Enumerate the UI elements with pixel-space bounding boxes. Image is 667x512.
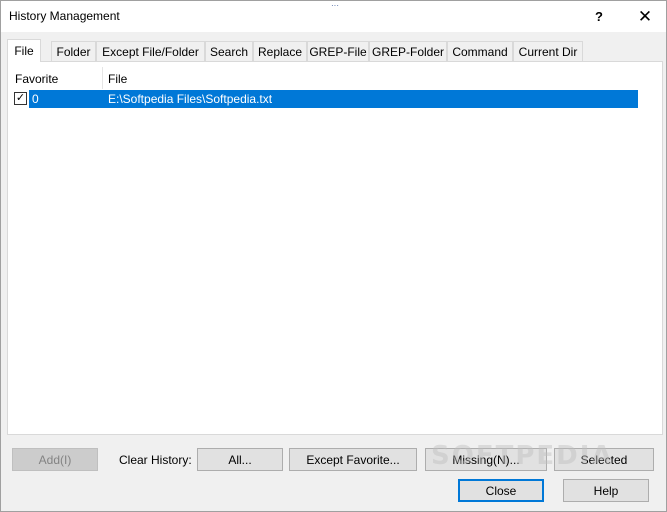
tab-folder[interactable]: Folder [51,41,96,61]
watermark: SOFTPEDIA [431,441,614,471]
column-header-file[interactable]: File [108,72,127,86]
clear-except-favorite-button[interactable]: Except Favorite... [289,448,417,471]
title-bar[interactable]: History Management ··· ? ✕ [1,1,666,32]
tab-current-dir[interactable]: Current Dir [513,41,583,61]
tab-except-file-folder[interactable]: Except File/Folder [96,41,205,61]
list-header: Favorite File [9,67,638,89]
help-icon[interactable]: ? [576,1,622,32]
file-path: E:\Softpedia Files\Softpedia.txt [108,92,273,106]
favorite-checkbox[interactable]: ✓ [14,92,27,105]
tab-search[interactable]: Search [205,41,253,61]
tab-panel: Favorite File ✓ 0 E:\Softpedia Files\Sof… [7,61,663,435]
close-button[interactable]: Close [458,479,544,502]
close-icon[interactable]: ✕ [622,1,667,32]
tab-grep-folder[interactable]: GREP-Folder [369,41,447,61]
history-list[interactable]: Favorite File ✓ 0 E:\Softpedia Files\Sof… [9,64,638,434]
clear-all-button[interactable]: All... [197,448,283,471]
favorite-value: 0 [32,92,39,106]
tab-replace[interactable]: Replace [253,41,307,61]
tab-grep-file[interactable]: GREP-File [307,41,369,61]
title-decoration: ··· [331,1,339,10]
tab-file[interactable]: File [7,39,41,62]
history-management-dialog: History Management ··· ? ✕ File Folder E… [0,0,667,512]
tab-command[interactable]: Command [447,41,513,61]
column-header-favorite[interactable]: Favorite [15,72,58,86]
list-item[interactable]: ✓ 0 E:\Softpedia Files\Softpedia.txt [9,90,638,108]
window-title: History Management [9,9,120,23]
tab-bar: File Folder Except File/Folder Search Re… [7,39,663,62]
column-divider[interactable] [102,67,103,89]
help-button[interactable]: Help [563,479,649,502]
add-button[interactable]: Add(I) [12,448,98,471]
clear-history-label: Clear History: [119,453,192,467]
